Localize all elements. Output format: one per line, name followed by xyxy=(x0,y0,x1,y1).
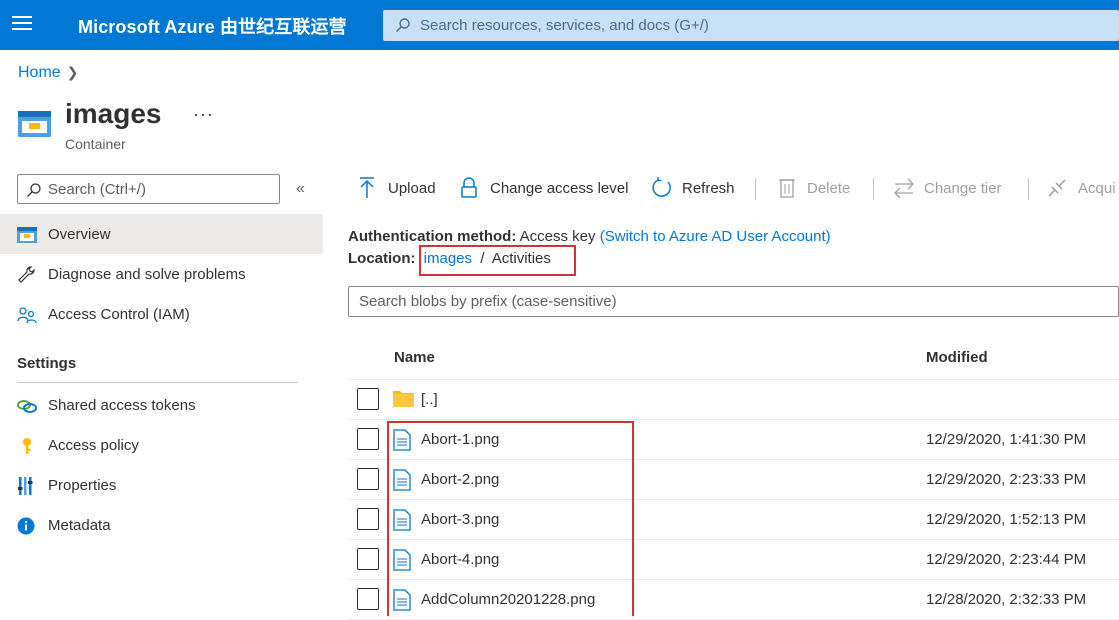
breadcrumb: Home ❯ xyxy=(18,64,78,82)
upload-button[interactable]: Upload xyxy=(358,172,450,206)
more-options-button[interactable]: ··· xyxy=(193,104,214,125)
column-header-name[interactable]: Name xyxy=(394,349,435,366)
page-title: images xyxy=(65,98,162,129)
row-modified: 12/29/2020, 2:23:44 PM xyxy=(926,551,1087,568)
settings-section-title: Settings xyxy=(17,355,77,372)
row-checkbox[interactable] xyxy=(357,388,379,410)
toolbar-separator xyxy=(873,178,874,200)
row-modified: 12/28/2020, 2:32:33 PM xyxy=(926,591,1087,608)
nav-item-label: Diagnose and solve problems xyxy=(48,266,246,283)
container-icon xyxy=(18,111,51,137)
nav-item-iam[interactable]: Access Control (IAM) xyxy=(0,294,323,334)
global-search-input[interactable]: Search resources, services, and docs (G+… xyxy=(383,10,1119,41)
nav-item-label: Metadata xyxy=(48,517,111,534)
trash-icon xyxy=(779,179,795,198)
row-modified: 12/29/2020, 1:52:13 PM xyxy=(926,511,1087,528)
refresh-button[interactable]: Refresh xyxy=(651,172,746,206)
nav-item-label: Overview xyxy=(48,226,111,243)
nav-item-shared-access-tokens[interactable]: Shared access tokens xyxy=(0,385,323,425)
key-icon xyxy=(23,438,31,454)
nav-item-access-policy[interactable]: Access policy xyxy=(0,425,323,465)
breadcrumb-home[interactable]: Home xyxy=(18,64,61,81)
nav-item-label: Properties xyxy=(48,477,117,494)
nav-item-label: Access Control (IAM) xyxy=(48,306,190,323)
row-checkbox[interactable] xyxy=(357,428,379,450)
link-break-icon xyxy=(1048,179,1066,197)
nav-item-properties[interactable]: Properties xyxy=(0,465,323,505)
wrench-icon xyxy=(18,266,35,283)
change-access-level-button[interactable]: Change access level xyxy=(460,172,640,206)
row-modified: 12/29/2020, 1:41:30 PM xyxy=(926,431,1087,448)
nav-search-placeholder: Search (Ctrl+/) xyxy=(48,181,146,198)
bars-icon xyxy=(18,477,33,495)
search-icon xyxy=(396,18,410,32)
acquire-lease-button[interactable]: Acqui xyxy=(1046,172,1119,206)
change-tier-button[interactable]: Change tier xyxy=(893,172,1023,206)
highlight-box xyxy=(387,421,634,616)
link-icon xyxy=(17,400,37,413)
column-header-modified[interactable]: Modified xyxy=(926,349,988,366)
lock-icon xyxy=(461,177,477,198)
folder-icon xyxy=(393,391,414,407)
refresh-label: Refresh xyxy=(682,180,735,197)
change-tier-label: Change tier xyxy=(924,180,1002,197)
delete-label: Delete xyxy=(807,180,851,197)
menu-icon[interactable] xyxy=(12,16,32,34)
change-access-label: Change access level xyxy=(490,180,629,197)
swap-icon xyxy=(894,178,914,199)
auth-label: Authentication method: xyxy=(348,228,517,245)
auth-method-row: Authentication method: Access key (Switc… xyxy=(348,228,831,245)
divider xyxy=(17,382,298,383)
chevron-right-icon: ❯ xyxy=(66,64,79,80)
highlight-box xyxy=(419,245,576,276)
collapse-nav-button[interactable]: « xyxy=(296,180,305,198)
row-checkbox[interactable] xyxy=(357,548,379,570)
toolbar-separator xyxy=(1028,178,1029,200)
upload-icon xyxy=(360,177,374,198)
nav-item-label: Access policy xyxy=(48,437,139,454)
acquire-label: Acqui xyxy=(1078,180,1116,197)
switch-auth-link[interactable]: (Switch to Azure AD User Account) xyxy=(600,228,831,245)
toolbar-separator xyxy=(755,178,756,200)
nav-item-metadata[interactable]: Metadata xyxy=(0,505,323,545)
container-icon xyxy=(17,227,37,243)
info-icon xyxy=(17,517,35,535)
location-label: Location: xyxy=(348,250,416,267)
blob-search-input[interactable]: Search blobs by prefix (case-sensitive) xyxy=(348,286,1119,317)
brand-title[interactable]: Microsoft Azure 由世纪互联运营 xyxy=(78,13,347,39)
row-checkbox[interactable] xyxy=(357,468,379,490)
nav-item-diagnose[interactable]: Diagnose and solve problems xyxy=(0,254,323,294)
row-checkbox[interactable] xyxy=(357,588,379,610)
people-icon xyxy=(17,307,37,324)
row-name[interactable]: [..] xyxy=(421,391,438,408)
nav-item-overview[interactable]: Overview xyxy=(0,214,323,254)
nav-search-input[interactable]: Search (Ctrl+/) xyxy=(17,174,280,204)
page-subtitle: Container xyxy=(65,136,126,152)
table-row-parent[interactable]: [..] xyxy=(348,380,1119,420)
row-checkbox[interactable] xyxy=(357,508,379,530)
delete-button[interactable]: Delete xyxy=(778,172,863,206)
blob-search-placeholder: Search blobs by prefix (case-sensitive) xyxy=(359,293,617,310)
top-bar: Microsoft Azure 由世纪互联运营 Search resources… xyxy=(0,0,1119,50)
nav-item-label: Shared access tokens xyxy=(48,397,196,414)
search-icon xyxy=(27,183,41,197)
upload-label: Upload xyxy=(388,180,436,197)
auth-value: Access key xyxy=(519,228,596,245)
row-modified: 12/29/2020, 2:23:33 PM xyxy=(926,471,1087,488)
global-search-placeholder: Search resources, services, and docs (G+… xyxy=(420,17,709,34)
refresh-icon xyxy=(652,177,671,197)
